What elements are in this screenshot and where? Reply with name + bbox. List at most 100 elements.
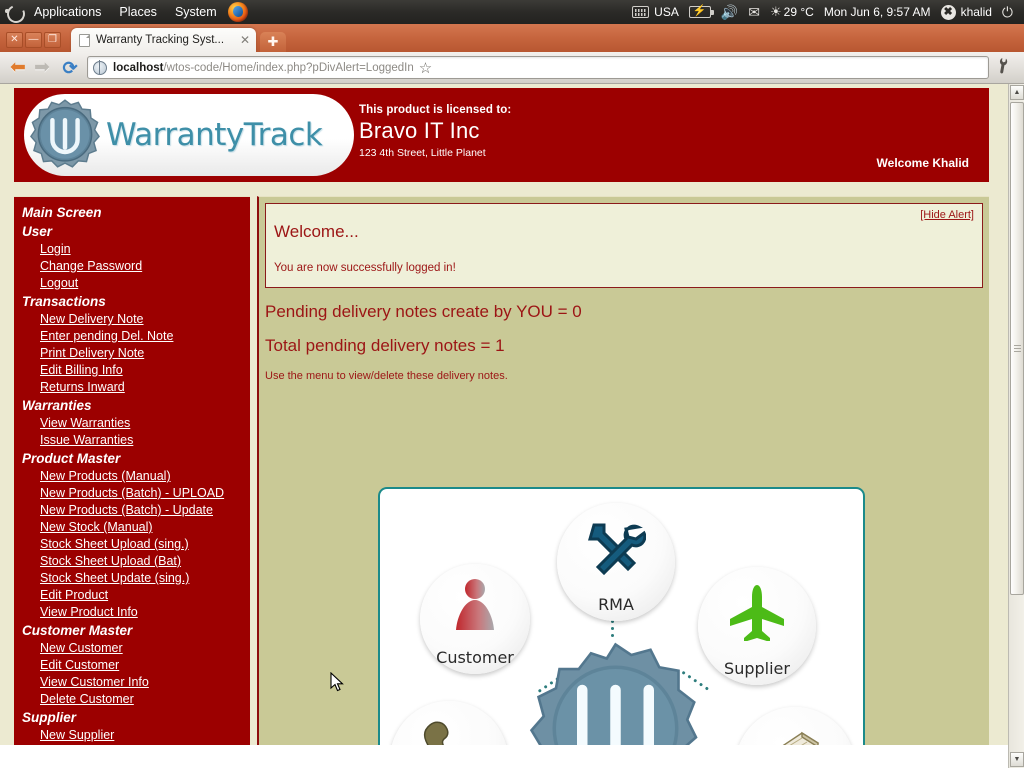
person-icon	[452, 578, 498, 639]
wrench-icon[interactable]	[986, 51, 1020, 83]
sidebar-item-edit-supplier[interactable]: Edit Supplier	[14, 744, 250, 745]
scroll-up-button[interactable]: ▲	[1010, 85, 1024, 100]
sidebar-item-returns-inward[interactable]: Returns Inward	[14, 379, 250, 396]
url-path: /wtos-code/Home/index.php?pDivAlert=Logg…	[163, 61, 414, 74]
scrollbar-thumb[interactable]	[1010, 102, 1024, 595]
brand-logo[interactable]: WarrantyTrack	[24, 94, 354, 176]
bookmark-star-icon[interactable]: ☆	[414, 59, 437, 77]
sidebar-item-stock-sheet-update-sing[interactable]: Stock Sheet Update (sing.)	[14, 570, 250, 587]
sidebar-item-view-product-info[interactable]: View Product Info	[14, 604, 250, 621]
sidebar-item-new-supplier[interactable]: New Supplier	[14, 727, 250, 744]
alert-box: [Hide Alert] Welcome... You are now succ…	[265, 203, 983, 288]
battery-indicator[interactable]: ⚡	[684, 0, 716, 24]
sidebar-group-title: Product Master	[22, 451, 121, 466]
new-tab-button[interactable]: ✚	[260, 32, 286, 52]
close-icon[interactable]: ✕	[240, 33, 250, 47]
sidebar-item-edit-customer[interactable]: Edit Customer	[14, 657, 250, 674]
url-host: localhost	[113, 61, 164, 74]
sidebar-item-stock-sheet-upload-sing[interactable]: Stock Sheet Upload (sing.)	[14, 536, 250, 553]
node-help-desk[interactable]: Help Desk	[390, 701, 508, 745]
sidebar-item-new-delivery-note[interactable]: New Delivery Note	[14, 311, 250, 328]
back-arrow-icon: ⬅	[10, 56, 26, 78]
sidebar-item-view-warranties[interactable]: View Warranties	[14, 415, 250, 432]
sidebar-item-edit-billing-info[interactable]: Edit Billing Info	[14, 362, 250, 379]
scrollbar-grip	[1014, 344, 1021, 353]
web-page: WarrantyTrack This product is licensed t…	[0, 84, 1008, 745]
sidebar-group-title: User	[22, 224, 53, 239]
scroll-down-button[interactable]: ▼	[1010, 752, 1024, 767]
sidebar-group-title: Main Screen	[22, 205, 102, 220]
sidebar-item-logout[interactable]: Logout	[14, 275, 250, 292]
sidebar-item-new-products-batch-upload[interactable]: New Products (Batch) - UPLOAD	[14, 485, 250, 502]
pending-by-you-text: Pending delivery notes create by YOU = 0	[265, 302, 582, 321]
sidebar-item-new-products-manual[interactable]: New Products (Manual)	[14, 468, 250, 485]
sidebar-item-new-products-batch-update[interactable]: New Products (Batch) - Update	[14, 502, 250, 519]
temperature-label: 29 °C	[783, 5, 814, 19]
forward-button[interactable]: ➡	[31, 57, 53, 79]
battery-charging-icon: ⚡	[688, 6, 714, 18]
ubuntu-logo-icon[interactable]	[3, 1, 25, 23]
sidebar-group-title: Supplier	[22, 710, 77, 725]
alert-message: You are now successfully logged in!	[274, 262, 456, 274]
sidebar-item-new-stock-manual[interactable]: New Stock (Manual)	[14, 519, 250, 536]
welcome-user-label: Welcome Khalid	[876, 156, 969, 170]
menu-places-label: Places	[119, 5, 157, 19]
sidebar-item-enter-pending-del-note[interactable]: Enter pending Del. Note	[14, 328, 250, 345]
sidebar-item-delete-customer[interactable]: Delete Customer	[14, 691, 250, 708]
keyboard-layout-indicator[interactable]: USA	[627, 0, 684, 24]
clock-indicator[interactable]: Mon Jun 6, 9:57 AM	[819, 0, 936, 24]
panel-tray-group: USA ⚡ 🔊 ✉ ☀ 29 °C Mon Jun 6, 9:57 AM ✖ k…	[627, 0, 1024, 24]
weather-indicator[interactable]: ☀ 29 °C	[765, 0, 819, 24]
hide-alert-link[interactable]: [Hide Alert]	[920, 209, 974, 221]
url-bar[interactable]: localhost/wtos-code/Home/index.php?pDivA…	[87, 56, 989, 79]
back-button[interactable]: ⬅	[7, 57, 29, 79]
volume-indicator[interactable]: 🔊	[716, 0, 743, 24]
airplane-icon	[726, 583, 788, 646]
keyboard-mouse-icon	[756, 727, 834, 745]
browser-tab[interactable]: Warranty Tracking Syst... ✕	[71, 28, 256, 52]
url-text: localhost/wtos-code/Home/index.php?pDivA…	[113, 62, 414, 74]
node-rma[interactable]: RMA	[557, 503, 675, 621]
sidebar-item-print-delivery-note[interactable]: Print Delivery Note	[14, 345, 250, 362]
reload-button[interactable]: ⟳	[58, 56, 82, 80]
sidebar-item-login[interactable]: Login	[14, 241, 250, 258]
user-indicator[interactable]: ✖ khalid	[936, 0, 997, 24]
user-name-label: khalid	[960, 5, 992, 19]
main-content: [Hide Alert] Welcome... You are now succ…	[257, 196, 989, 745]
browser-tabstrip: ✕ — ❐ Warranty Tracking Syst... ✕ ✚	[0, 24, 1024, 52]
window-maximize-button[interactable]: ❐	[44, 32, 61, 48]
sidebar-item-issue-warranties[interactable]: Issue Warranties	[14, 432, 250, 449]
sidebar-item-edit-product[interactable]: Edit Product	[14, 587, 250, 604]
brand-wordmark: WarrantyTrack	[106, 117, 323, 153]
pending-hint-text: Use the menu to view/delete these delive…	[265, 370, 508, 382]
window-close-button[interactable]: ✕	[6, 32, 23, 48]
page-viewport: WarrantyTrack This product is licensed t…	[0, 84, 1024, 768]
mail-indicator[interactable]: ✉	[743, 0, 765, 24]
sidebar-item-stock-sheet-upload-bat[interactable]: Stock Sheet Upload (Bat)	[14, 553, 250, 570]
menu-applications[interactable]: Applications	[25, 0, 110, 24]
sidebar-item-view-customer-info[interactable]: View Customer Info	[14, 674, 250, 691]
power-icon: ⏻	[1001, 3, 1013, 20]
panel-left-group: Applications Places System	[0, 0, 254, 24]
window-minimize-button[interactable]: —	[25, 32, 42, 48]
alert-title: Welcome...	[274, 222, 359, 241]
menu-system[interactable]: System	[166, 0, 226, 24]
node-sales[interactable]: Sales	[735, 707, 855, 745]
user-avatar-icon: ✖	[940, 4, 956, 20]
firefox-icon[interactable]	[227, 2, 248, 22]
forward-arrow-icon: ➡	[34, 56, 50, 78]
pending-total-text: Total pending delivery notes = 1	[265, 336, 505, 355]
tools-icon	[586, 519, 647, 580]
sidebar-item-new-customer[interactable]: New Customer	[14, 640, 250, 657]
browser-navbar: ⬅ ➡ ⟳ localhost/wtos-code/Home/index.php…	[0, 52, 1024, 84]
node-supplier[interactable]: Supplier	[698, 567, 816, 685]
menu-places[interactable]: Places	[110, 0, 166, 24]
node-label: RMA	[598, 595, 634, 614]
sidebar-item-change-password[interactable]: Change Password	[14, 258, 250, 275]
power-menu[interactable]: ⏻	[997, 0, 1018, 24]
workflow-diagram: Customer RMA Supplier	[378, 487, 865, 745]
telephone-icon	[420, 719, 478, 745]
browser-tab-title: Warranty Tracking Syst...	[96, 34, 225, 46]
node-customer[interactable]: Customer	[420, 564, 530, 674]
page-vertical-scrollbar[interactable]: ▲ ▼	[1008, 84, 1024, 768]
